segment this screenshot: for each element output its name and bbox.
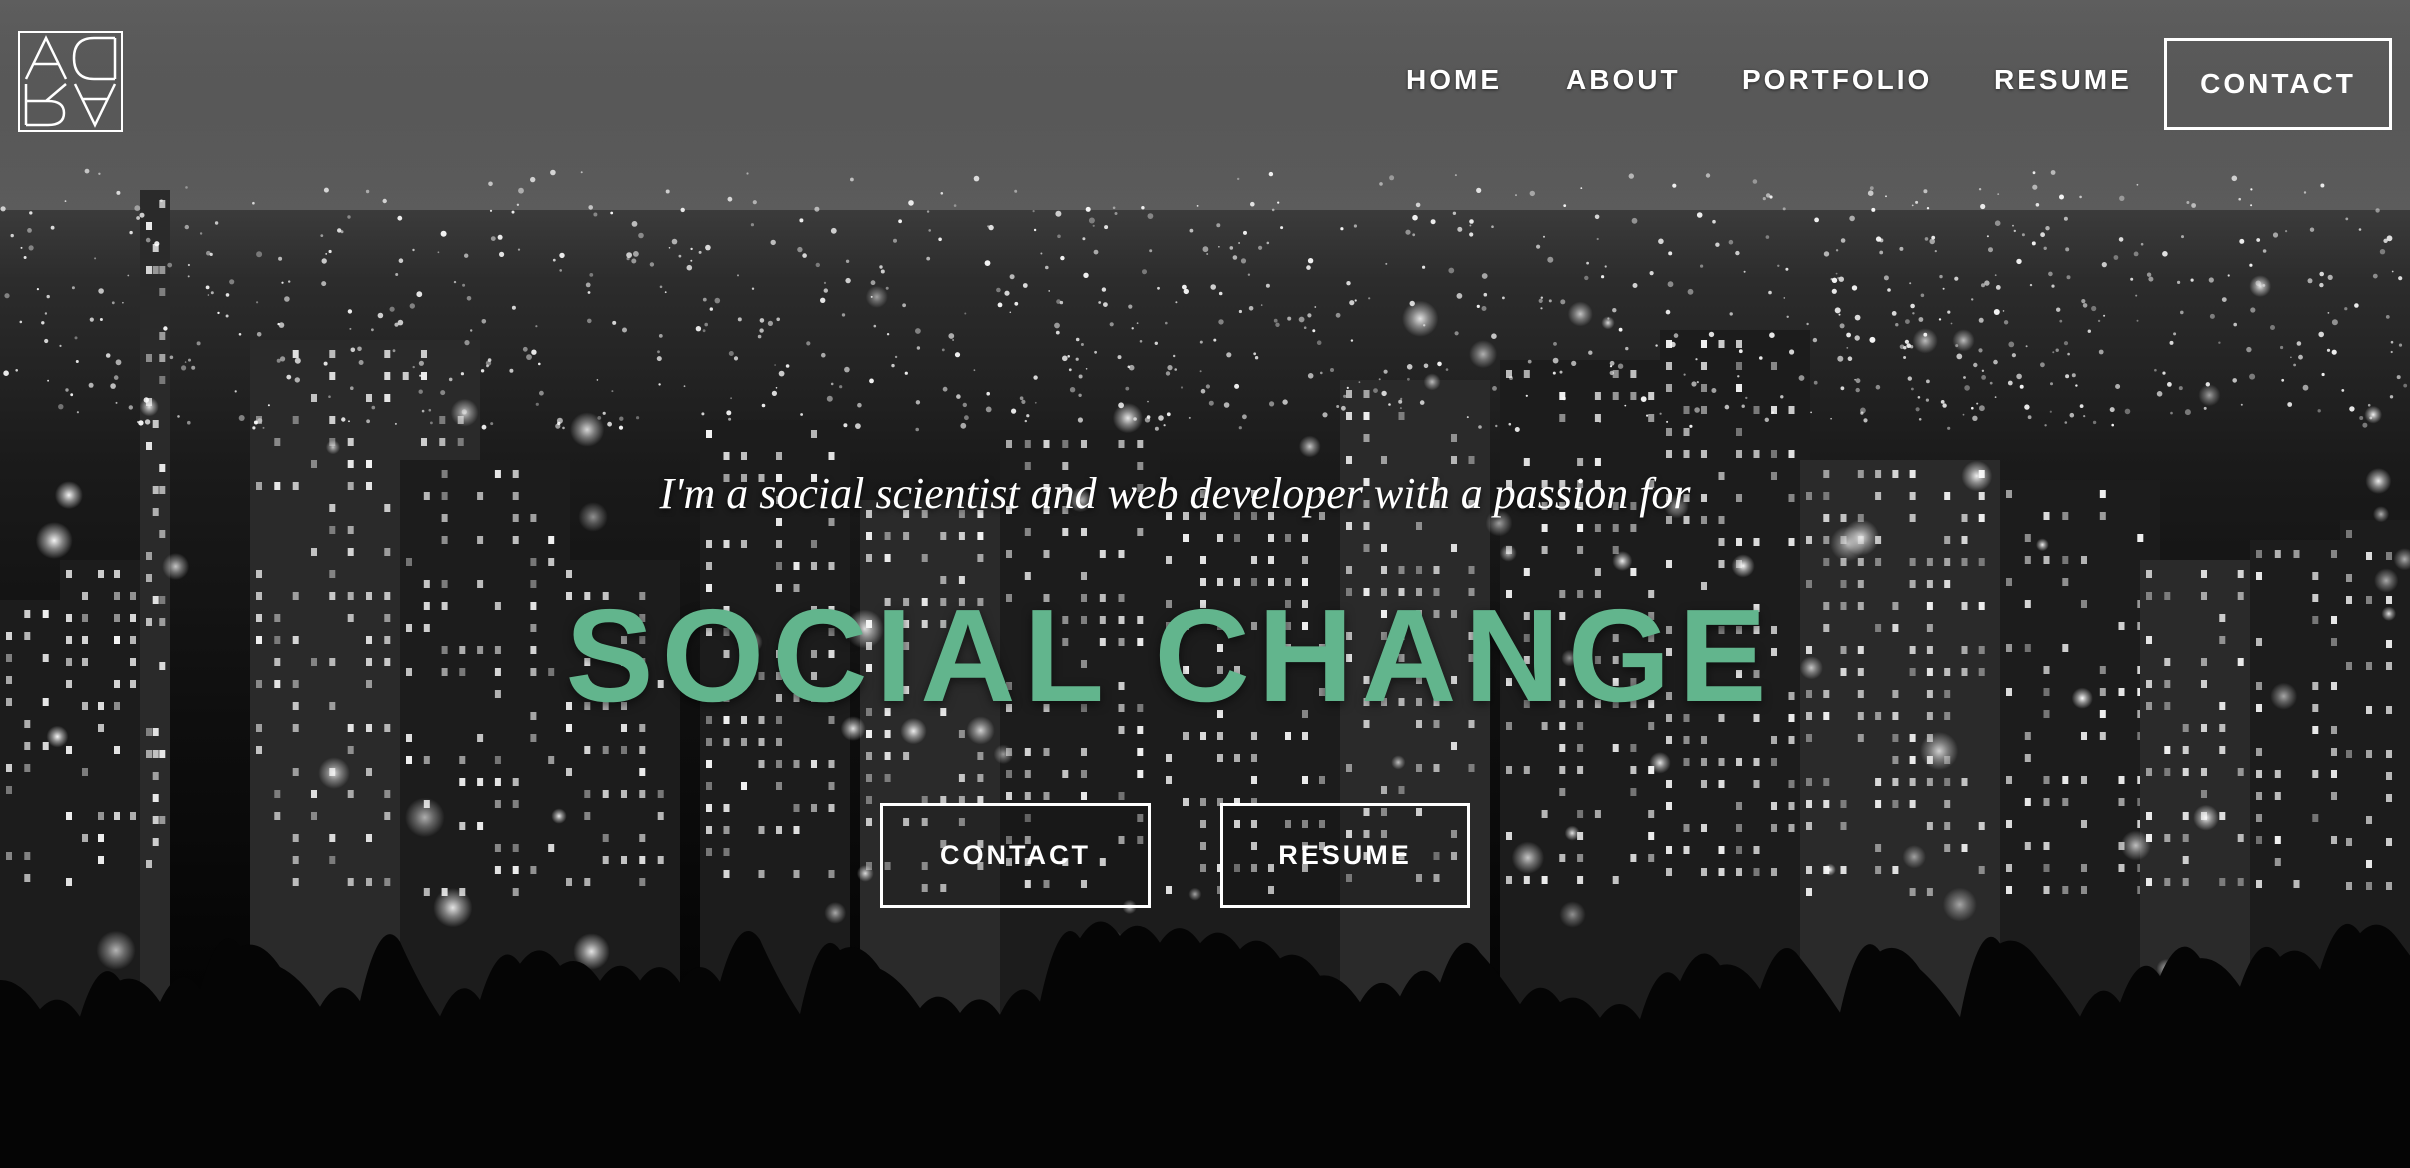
nav-link-portfolio[interactable]: PORTFOLIO [1742,60,1932,100]
nav-link-about[interactable]: ABOUT [1566,60,1681,100]
nav-contact-button[interactable]: CONTACT [2164,38,2392,130]
hero-tagline: I'm a social scientist and web developer… [0,462,2410,526]
main-navigation: HOME ABOUT PORTFOLIO RESUME CONTACT [0,38,2410,130]
hero-headline: SOCIAL CHANGE [565,582,1775,729]
hero-section: HOME ABOUT PORTFOLIO RESUME CONTACT I'm … [0,0,2410,1168]
nav-link-resume[interactable]: RESUME [1994,60,2132,100]
hero-resume-button[interactable]: RESUME [1220,803,1470,908]
tagline-text: I'm a social scientist and web developer… [659,469,1691,518]
hero-contact-button[interactable]: CONTACT [880,803,1151,908]
nav-link-home[interactable]: HOME [1406,60,1502,100]
